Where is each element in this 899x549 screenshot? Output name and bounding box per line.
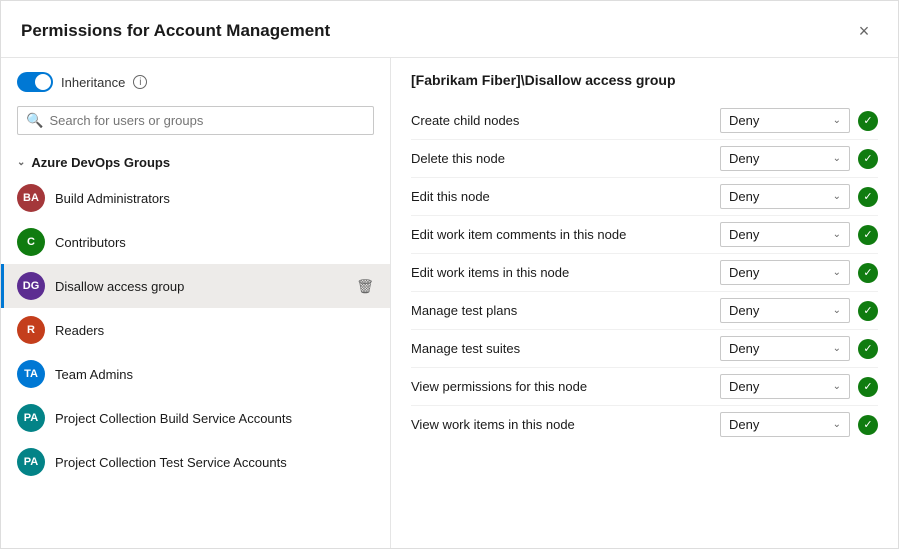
permission-status-icon: ✓	[858, 415, 878, 435]
permission-row: Edit this node Deny ⌄ ✓	[411, 178, 878, 216]
permission-status-icon: ✓	[858, 149, 878, 169]
avatar: DG	[17, 272, 45, 300]
groups-header[interactable]: ⌄ Azure DevOps Groups	[1, 149, 390, 176]
group-item[interactable]: R Readers	[1, 308, 390, 352]
permission-dropdown[interactable]: Deny ⌄	[720, 184, 850, 209]
permission-dropdown[interactable]: Deny ⌄	[720, 260, 850, 285]
group-name: Project Collection Build Service Account…	[55, 411, 374, 426]
permission-name: View permissions for this node	[411, 379, 720, 394]
permission-row: Edit work item comments in this nodeDeny…	[411, 216, 878, 254]
permission-dropdown[interactable]: Deny ⌄	[720, 336, 850, 361]
permission-name: Delete this node	[411, 151, 720, 166]
permission-value: Deny	[729, 189, 759, 204]
avatar: PA	[17, 448, 45, 476]
groups-section: ⌄ Azure DevOps Groups BA Build Administra…	[1, 149, 390, 484]
permission-name: Manage test suites	[411, 341, 720, 356]
permission-status-icon: ✓	[858, 187, 878, 207]
permission-name: Edit work items in this node	[411, 265, 720, 280]
permission-dropdown[interactable]: Deny ⌄	[720, 108, 850, 133]
info-icon[interactable]: i	[133, 75, 147, 89]
dropdown-chevron-icon: ⌄	[833, 229, 841, 240]
group-item[interactable]: DG Disallow access group 🗑	[1, 264, 390, 308]
permission-dropdown[interactable]: Deny ⌄	[720, 222, 850, 247]
permission-name: Create child nodes	[411, 113, 720, 128]
rights-group-title: [Fabrikam Fiber]\Disallow access group	[411, 72, 878, 88]
dropdown-chevron-icon: ⌄	[833, 305, 841, 316]
group-name: Build Administrators	[55, 191, 374, 206]
avatar: R	[17, 316, 45, 344]
dropdown-chevron-icon: ⌄	[833, 381, 841, 392]
permission-status-icon: ✓	[858, 263, 878, 283]
inheritance-label: Inheritance	[61, 75, 125, 90]
permission-row: Delete this node Deny ⌄ ✓	[411, 140, 878, 178]
permission-value: Deny	[729, 265, 759, 280]
groups-header-label: Azure DevOps Groups	[31, 155, 170, 170]
inheritance-row: Inheritance i	[1, 72, 390, 106]
group-item[interactable]: BA Build Administrators	[1, 176, 390, 220]
permission-name: Edit work item comments in this node	[411, 227, 720, 242]
permission-dropdown[interactable]: Deny ⌄	[720, 412, 850, 437]
permission-value: Deny	[729, 113, 759, 128]
search-box: 🔍	[17, 106, 374, 135]
permissions-dialog: Permissions for Account Management × Inh…	[0, 0, 899, 549]
permission-value: Deny	[729, 341, 759, 356]
toggle-knob	[35, 74, 51, 90]
permission-row: Manage test suites Deny ⌄ ✓	[411, 330, 878, 368]
dropdown-chevron-icon: ⌄	[833, 419, 841, 430]
avatar: TA	[17, 360, 45, 388]
permission-status-icon: ✓	[858, 225, 878, 245]
dropdown-chevron-icon: ⌄	[833, 115, 841, 126]
permission-value: Deny	[729, 417, 759, 432]
groups-chevron-icon: ⌄	[17, 157, 25, 168]
permission-dropdown[interactable]: Deny ⌄	[720, 146, 850, 171]
permission-name: Manage test plans	[411, 303, 720, 318]
search-input[interactable]	[49, 113, 365, 128]
group-name: Project Collection Test Service Accounts	[55, 455, 374, 470]
dropdown-chevron-icon: ⌄	[833, 191, 841, 202]
permission-row: View permissions for this node Deny ⌄ ✓	[411, 368, 878, 406]
group-item[interactable]: TA Team Admins	[1, 352, 390, 396]
inheritance-toggle[interactable]	[17, 72, 53, 92]
group-name: Team Admins	[55, 367, 374, 382]
group-item[interactable]: PA Project Collection Test Service Accoun…	[1, 440, 390, 484]
permission-row: Manage test plans Deny ⌄ ✓	[411, 292, 878, 330]
avatar: BA	[17, 184, 45, 212]
group-name: Contributors	[55, 235, 374, 250]
avatar: PA	[17, 404, 45, 432]
permission-status-icon: ✓	[858, 301, 878, 321]
permission-value: Deny	[729, 379, 759, 394]
dialog-header: Permissions for Account Management ×	[1, 1, 898, 58]
permission-row: View work items in this node Deny ⌄ ✓	[411, 406, 878, 443]
dropdown-chevron-icon: ⌄	[833, 153, 841, 164]
dropdown-chevron-icon: ⌄	[833, 343, 841, 354]
group-name: Disallow access group	[55, 279, 346, 294]
permission-dropdown[interactable]: Deny ⌄	[720, 374, 850, 399]
permission-name: Edit this node	[411, 189, 720, 204]
permissions-table: Create child nodesDeny⌄✓Delete this node…	[411, 102, 878, 443]
permission-dropdown[interactable]: Deny ⌄	[720, 298, 850, 323]
permission-status-icon: ✓	[858, 377, 878, 397]
permission-value: Deny	[729, 227, 759, 242]
group-item[interactable]: C Contributors	[1, 220, 390, 264]
close-button[interactable]: ×	[850, 17, 878, 45]
group-item[interactable]: PA Project Collection Build Service Accou…	[1, 396, 390, 440]
group-name: Readers	[55, 323, 374, 338]
search-icon: 🔍	[26, 112, 43, 129]
dialog-title: Permissions for Account Management	[21, 21, 330, 41]
left-panel: Inheritance i 🔍 ⌄ Azure DevOps Groups BA…	[1, 58, 391, 548]
permission-row: Edit work items in this node Deny ⌄ ✓	[411, 254, 878, 292]
delete-group-icon[interactable]: 🗑	[356, 278, 374, 295]
permission-name: View work items in this node	[411, 417, 720, 432]
dialog-body: Inheritance i 🔍 ⌄ Azure DevOps Groups BA…	[1, 58, 898, 548]
dropdown-chevron-icon: ⌄	[833, 267, 841, 278]
right-panel: [Fabrikam Fiber]\Disallow access group C…	[391, 58, 898, 548]
permission-row: Create child nodes Deny ⌄ ✓	[411, 102, 878, 140]
permission-status-icon: ✓	[858, 339, 878, 359]
avatar: C	[17, 228, 45, 256]
group-list: BA Build Administrators C Contributors DG Dis…	[1, 176, 390, 484]
permission-value: Deny	[729, 151, 759, 166]
permission-value: Deny	[729, 303, 759, 318]
permission-status-icon: ✓	[858, 111, 878, 131]
